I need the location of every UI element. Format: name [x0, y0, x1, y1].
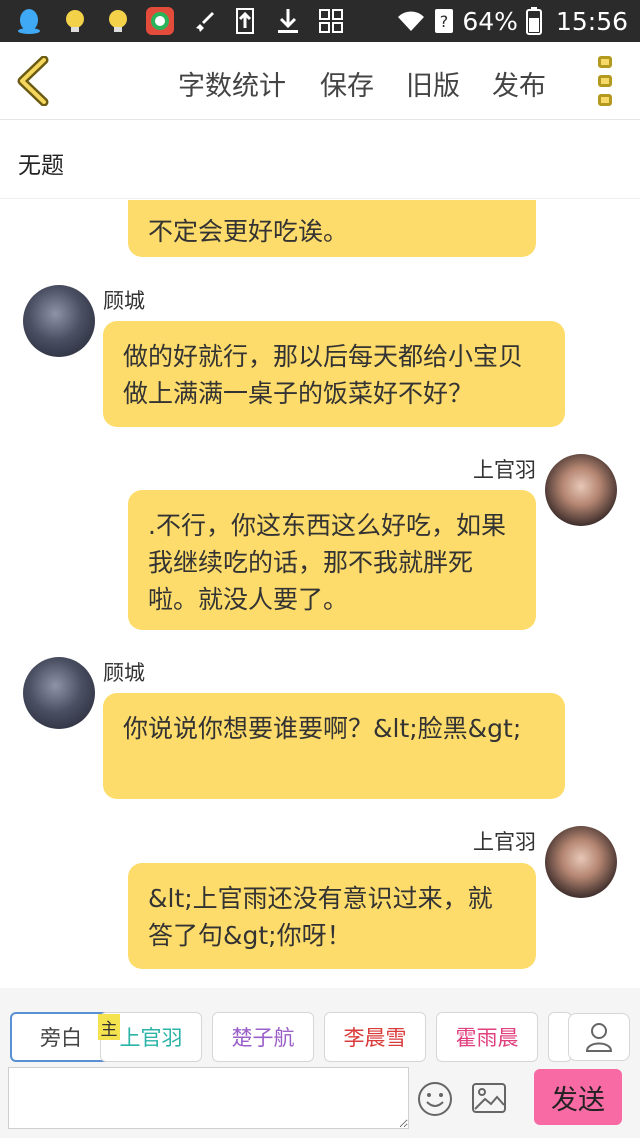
lightbulb-icon — [103, 6, 133, 36]
lightbulb-icon — [60, 6, 90, 36]
svg-text:?: ? — [440, 12, 449, 31]
download-icon — [273, 6, 303, 36]
role-chip-chuzihang[interactable]: 楚子航 — [212, 1012, 314, 1062]
menu-dot-icon — [598, 94, 612, 106]
speaker-name: 上官羽 — [473, 830, 536, 854]
role-chip-huoyuchen[interactable]: 霍雨晨 — [436, 1012, 538, 1062]
avatar[interactable] — [545, 454, 617, 526]
rocket-icon — [190, 6, 220, 36]
battery-percent: 64% — [462, 6, 518, 36]
image-icon — [472, 1083, 506, 1113]
message-text: &lt;上官雨还没有意识过来，就答了句&gt;你呀！ — [148, 884, 493, 950]
battery-icon — [525, 7, 542, 35]
emoji-icon — [418, 1082, 452, 1116]
host-tag: 主 — [98, 1014, 120, 1040]
save-button[interactable]: 保存 — [320, 64, 374, 103]
page-title: 无题 — [18, 153, 64, 179]
avatar[interactable] — [23, 657, 95, 729]
message-input[interactable] — [8, 1067, 409, 1129]
message-bubble[interactable]: .不行，你这东西这么好吃，如果我继续吃的话，那不我就胖死啦。就没人要了。 — [128, 490, 536, 630]
upload-icon — [230, 6, 260, 36]
composer: 发送 — [0, 1063, 640, 1138]
send-button[interactable]: 发送 — [534, 1069, 622, 1125]
message-bubble[interactable]: 你说说你想要谁要啊？&lt;脸黑&gt; — [103, 693, 565, 799]
role-selector-bar: 旁白 上官羽 楚子航 李晨雪 霍雨晨 — [0, 988, 640, 1063]
speaker-name: 上官羽 — [473, 458, 536, 482]
top-app-bar: 字数统计 保存 旧版 发布 — [0, 42, 640, 120]
avatar[interactable] — [23, 285, 95, 357]
user-button[interactable] — [568, 1013, 630, 1061]
chat-list[interactable]: 不定会更好吃诶。 顾城 做的好就行，那以后每天都给小宝贝做上满满一桌子的饭菜好不… — [0, 200, 640, 988]
sim-icon: ? — [435, 9, 454, 33]
speaker-name: 顾城 — [103, 661, 145, 685]
message-text: .不行，你这东西这么好吃，如果我继续吃的话，那不我就胖死啦。就没人要了。 — [148, 511, 506, 614]
more-menu-button[interactable] — [598, 56, 618, 106]
word-count-button[interactable]: 字数统计 — [178, 64, 286, 103]
message-bubble[interactable]: 做的好就行，那以后每天都给小宝贝做上满满一桌子的饭菜好不好？ — [103, 321, 565, 427]
avatar[interactable] — [545, 826, 617, 898]
publish-button[interactable]: 发布 — [492, 64, 546, 103]
emoji-button[interactable] — [417, 1081, 455, 1119]
speaker-name: 顾城 — [103, 289, 145, 313]
role-chip-narrator[interactable]: 旁白 — [10, 1012, 112, 1062]
image-button[interactable] — [471, 1081, 509, 1119]
qq-icon — [14, 6, 44, 36]
user-icon — [585, 1023, 613, 1052]
menu-dot-icon — [598, 56, 612, 68]
message-text: 你说说你想要谁要啊？&lt;脸黑&gt; — [123, 714, 522, 743]
message-bubble[interactable]: &lt;上官雨还没有意识过来，就答了句&gt;你呀！ — [128, 863, 536, 969]
message-bubble[interactable]: 不定会更好吃诶。 — [128, 200, 536, 257]
wifi-icon — [398, 11, 425, 31]
title-row[interactable]: 无题 — [0, 121, 640, 199]
chevron-left-icon — [17, 55, 49, 107]
old-version-button[interactable]: 旧版 — [406, 64, 460, 103]
back-button[interactable] — [14, 55, 54, 107]
menu-dot-icon — [598, 75, 612, 87]
message-text: 做的好就行，那以后每天都给小宝贝做上满满一桌子的饭菜好不好？ — [123, 342, 524, 408]
grid-icon — [316, 6, 346, 36]
status-bar: ? 64% 15:56 — [0, 0, 640, 42]
status-right: ? 64% 15:56 — [396, 0, 628, 42]
message-text: 不定会更好吃诶。 — [148, 217, 349, 246]
role-chip-lichenxue[interactable]: 李晨雪 — [324, 1012, 426, 1062]
browser-icon — [145, 6, 175, 36]
clock: 15:56 — [555, 6, 628, 36]
